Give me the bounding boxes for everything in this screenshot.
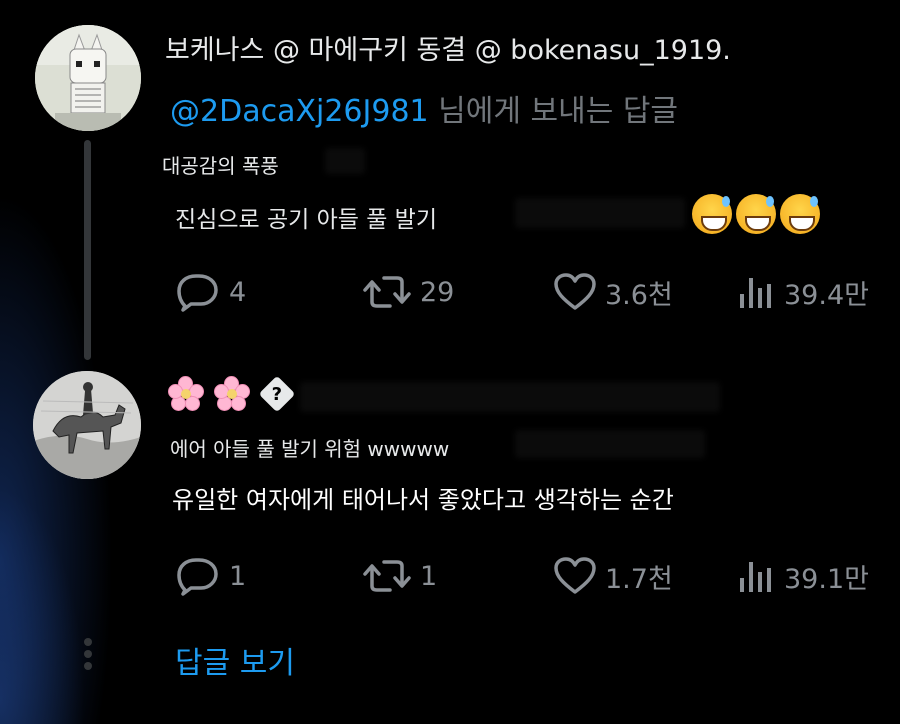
reply-icon xyxy=(177,274,218,312)
grinning-sweat-emoji xyxy=(780,194,820,234)
tweet-text: 진심으로 공기 아들 풀 발기 xyxy=(175,207,438,233)
like-count: 3.6천 xyxy=(605,279,673,311)
tweet-subtitle: 에어 아들 풀 발기 위험 wwwww xyxy=(170,437,450,461)
views-icon xyxy=(740,278,771,308)
view-count: 39.1만 xyxy=(784,563,869,595)
reply-to-line: @2DacaXj26J981 님에게 보내는 답글 xyxy=(170,86,678,130)
cherry-blossom-icon xyxy=(214,376,250,412)
views-icon xyxy=(740,562,771,592)
retweet-icon xyxy=(363,276,411,308)
heart-icon xyxy=(554,557,596,594)
tweet-actions: 1 1 1.7천 39.1만 xyxy=(0,556,900,596)
reply-count: 1 xyxy=(229,560,247,592)
redacted-block xyxy=(325,148,365,174)
retweet-count: 1 xyxy=(420,560,438,592)
grinning-sweat-emoji xyxy=(736,194,776,234)
cherry-blossom-icon xyxy=(168,376,204,412)
reply-icon xyxy=(177,558,218,596)
tweet-text: 유일한 여자에게 태어나서 좋았다고 생각하는 순간 xyxy=(172,486,674,514)
thread-line xyxy=(84,140,91,360)
reply-count: 4 xyxy=(229,276,247,308)
view-count: 39.4만 xyxy=(784,279,869,311)
show-replies-link[interactable]: 답글 보기 xyxy=(175,638,295,682)
like-button[interactable]: 1.7천 xyxy=(553,556,673,596)
grinning-sweat-emoji xyxy=(692,194,732,234)
redacted-block xyxy=(300,382,720,412)
username[interactable]: 보케나스 @ 마에구키 동결 @ bokenasu_1919. xyxy=(165,28,731,67)
reply-mention-link[interactable]: @2DacaXj26J981 xyxy=(170,94,429,129)
unknown-glyph-icon: ? xyxy=(258,375,296,413)
like-button[interactable]: 3.6천 xyxy=(553,272,673,312)
retweet-count: 29 xyxy=(420,276,455,308)
avatar[interactable] xyxy=(35,25,141,131)
views-button[interactable]: 39.4만 xyxy=(738,272,869,312)
reply-button[interactable]: 4 xyxy=(175,272,246,312)
redacted-block xyxy=(515,198,685,228)
reply-suffix: 님에게 보내는 답글 xyxy=(428,94,679,129)
retweet-icon xyxy=(363,560,411,592)
like-count: 1.7천 xyxy=(605,563,673,595)
avatar-camel-rider-icon xyxy=(33,371,141,479)
emoji-row xyxy=(692,194,820,234)
reply-button[interactable]: 1 xyxy=(175,556,246,596)
tweet-actions: 4 29 3.6천 39.4만 xyxy=(0,272,900,312)
tweet-subtitle: 대공감의 폭풍 xyxy=(162,154,279,178)
retweet-button[interactable]: 29 xyxy=(362,272,454,312)
heart-icon xyxy=(554,273,596,310)
avatar[interactable] xyxy=(33,371,141,479)
avatar-figure-icon xyxy=(35,25,141,131)
unknown-glyph: ? xyxy=(271,383,283,405)
thread-dots xyxy=(84,638,92,674)
username-icons[interactable]: ? xyxy=(168,375,296,413)
retweet-button[interactable]: 1 xyxy=(362,556,437,596)
redacted-block xyxy=(515,430,705,458)
views-button[interactable]: 39.1만 xyxy=(738,556,869,596)
